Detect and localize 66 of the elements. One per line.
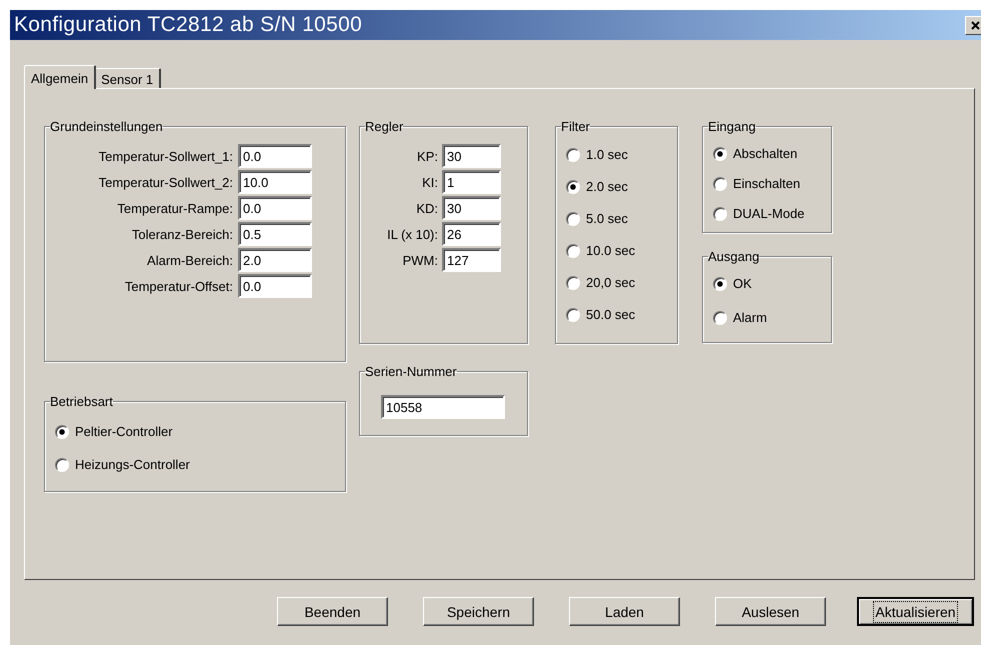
input-field[interactable]: 0.0 — [238, 196, 312, 220]
field-label: PWM: — [402, 252, 438, 268]
radio-label[interactable]: OK — [733, 276, 752, 291]
field-label: Temperatur-Offset: — [124, 278, 233, 294]
window-title: Konfiguration TC2812 ab S/N 10500 — [14, 13, 362, 37]
dialog-button[interactable]: Beenden — [277, 597, 388, 626]
input-field[interactable]: 1 — [442, 170, 501, 194]
input-field[interactable]: 10558 — [381, 395, 505, 419]
radio-button[interactable] — [713, 276, 727, 290]
radio-label[interactable]: Peltier-Controller — [75, 424, 173, 439]
field-label: Temperatur-Rampe: — [116, 200, 233, 216]
dialog-button[interactable]: Aktualisieren — [857, 597, 974, 626]
input-field[interactable]: 0.5 — [238, 222, 312, 246]
radio-button[interactable] — [566, 180, 580, 194]
input-field[interactable]: 30 — [442, 196, 501, 220]
close-button[interactable] — [965, 16, 981, 34]
radio-label[interactable]: DUAL-Mode — [733, 206, 805, 221]
tab[interactable]: Sensor 1 — [94, 68, 162, 88]
group-title: Ausgang — [708, 249, 760, 264]
radio-label[interactable]: 1.0 sec — [586, 147, 628, 162]
group-title: Serien-Nummer — [365, 364, 457, 379]
close-icon — [970, 20, 980, 30]
radio-label[interactable]: Heizungs-Controller — [75, 457, 190, 472]
dialog-button[interactable]: Speichern — [423, 597, 534, 626]
field-label: KI: — [421, 174, 438, 190]
dialog-button[interactable]: Auslesen — [715, 597, 826, 626]
input-field[interactable]: 30 — [442, 144, 501, 168]
radio-button[interactable] — [55, 424, 69, 438]
radio-label[interactable]: 50.0 sec — [586, 307, 636, 322]
group-title: Regler — [365, 119, 404, 134]
group-title: Grundeinstellungen — [50, 119, 163, 134]
input-field[interactable]: 26 — [442, 222, 501, 246]
radio-button[interactable] — [713, 176, 727, 190]
field-label: IL (x 10): — [386, 226, 438, 242]
radio-label[interactable]: 10.0 sec — [586, 243, 636, 258]
tab[interactable]: Allgemein — [24, 65, 96, 89]
radio-button[interactable] — [55, 458, 69, 472]
dialog-button[interactable]: Laden — [569, 597, 680, 626]
field-label: KD: — [415, 200, 438, 216]
input-field[interactable]: 0.0 — [238, 144, 312, 168]
group-title: Eingang — [708, 119, 756, 134]
radio-label[interactable]: 20,0 sec — [586, 275, 636, 290]
field-label: Temperatur-Sollwert_2: — [98, 174, 233, 190]
radio-button[interactable] — [566, 244, 580, 258]
radio-button[interactable] — [566, 212, 580, 226]
input-field[interactable]: 0.0 — [238, 274, 312, 298]
field-label: Temperatur-Sollwert_1: — [98, 148, 233, 164]
field-label: Alarm-Bereich: — [146, 252, 233, 268]
radio-label[interactable]: Alarm — [733, 310, 767, 325]
input-field[interactable]: 2.0 — [238, 248, 312, 272]
group-title: Filter — [561, 119, 590, 134]
radio-label[interactable]: 2.0 sec — [586, 179, 628, 194]
radio-button[interactable] — [713, 146, 727, 160]
radio-button[interactable] — [566, 148, 580, 162]
radio-button[interactable] — [713, 310, 727, 324]
radio-button[interactable] — [713, 206, 727, 220]
radio-label[interactable]: Einschalten — [733, 176, 800, 191]
field-label: Toleranz-Bereich: — [130, 226, 233, 242]
radio-button[interactable] — [566, 308, 580, 322]
radio-label[interactable]: 5.0 sec — [586, 211, 628, 226]
input-field[interactable]: 127 — [442, 248, 501, 272]
input-field[interactable]: 10.0 — [238, 170, 312, 194]
radio-button[interactable] — [566, 276, 580, 290]
field-label: KP: — [416, 148, 438, 164]
radio-label[interactable]: Abschalten — [733, 146, 798, 161]
group-title: Betriebsart — [50, 394, 113, 409]
